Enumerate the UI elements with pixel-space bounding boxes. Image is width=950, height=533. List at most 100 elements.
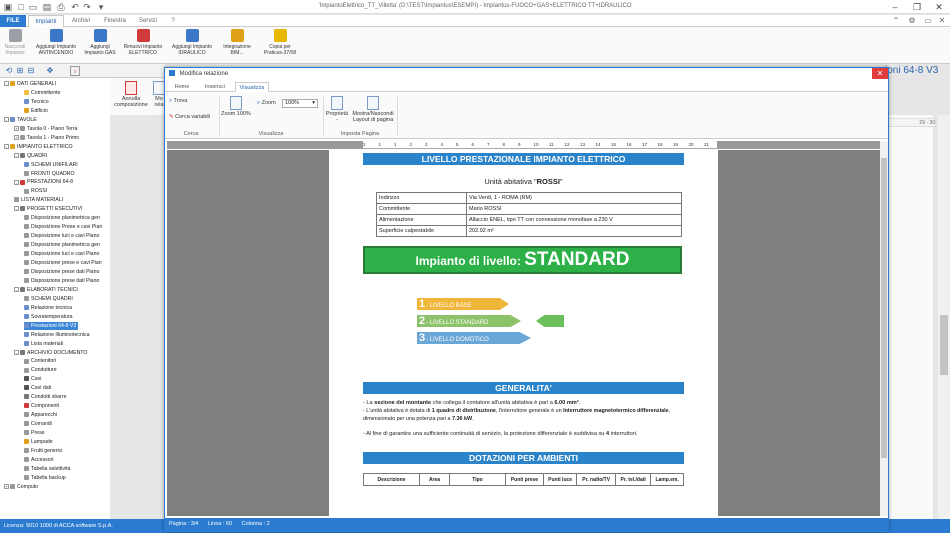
collapse-node-icon[interactable]: -	[14, 349, 19, 355]
tab-visualizza[interactable]: Visualizza	[235, 82, 269, 92]
tree-item[interactable]: Condutture	[24, 366, 57, 374]
panel-icon[interactable]: ▫	[70, 66, 80, 76]
zoom-select[interactable]: 100% ▾	[282, 99, 318, 108]
tree-item[interactable]: Accessori	[24, 456, 54, 464]
tree-item[interactable]: - PROGETTI ESECUTIVI	[14, 205, 82, 213]
expand-icon[interactable]: ⊞	[15, 66, 25, 76]
move-icon[interactable]: ✥	[45, 66, 55, 76]
tree-item[interactable]: Prestazioni 64-8 V3	[24, 321, 79, 330]
tree-item[interactable]: Componenti	[24, 402, 59, 410]
search-variables-button[interactable]: ✎ Cerca variabili	[169, 113, 210, 121]
tree-item[interactable]: Comandi	[24, 420, 52, 428]
tree-item[interactable]: Lista materiali	[24, 340, 63, 348]
ribbon-close-icon[interactable]: ✕	[936, 15, 948, 27]
tab-file[interactable]: FILE	[0, 15, 26, 27]
collapse-node-icon[interactable]: -	[4, 81, 9, 87]
tree-item[interactable]: - TAVOLE	[4, 116, 37, 124]
tab-home[interactable]: Home	[171, 82, 193, 92]
dialog-close-button[interactable]: ✕	[872, 68, 888, 79]
collapse-node-icon[interactable]: -	[4, 143, 9, 149]
tree-item[interactable]: FRONTI QUADRO	[24, 170, 75, 178]
tree-item[interactable]: + Tavola 0 - Piano Terra	[14, 125, 77, 133]
tree-item[interactable]: Disposizione prese dati Piano	[24, 277, 99, 285]
tree-item[interactable]: Lampade	[24, 438, 53, 446]
tree-item[interactable]: Apparecchi	[24, 411, 57, 419]
copy-praticus-button[interactable]: Copia per Praticus-37/08	[258, 29, 302, 62]
minimize-ribbon-icon[interactable]: ⌃	[890, 15, 902, 27]
tab-impianti[interactable]: Impianti	[28, 15, 64, 27]
tree-item[interactable]: Contenitori	[24, 357, 56, 365]
document-viewport[interactable]: LIVELLO PRESTAZIONALE IMPIANTO ELETTRICO…	[167, 150, 880, 516]
tree-item[interactable]: Sovratemperatura	[24, 313, 73, 321]
tab-archivi[interactable]: Archivi	[66, 15, 96, 27]
toggle-layout-button[interactable]: Mostra/Nascondi Layout di pagina	[351, 96, 395, 123]
tree-item[interactable]: Tabella backup	[24, 474, 66, 482]
collapse-node-icon[interactable]: -	[14, 152, 19, 158]
expand-node-icon[interactable]: +	[4, 483, 9, 489]
tree-item[interactable]: Disposizione planimetrica gen	[24, 214, 100, 222]
tree-item[interactable]: - ELABORATI TECNICI	[14, 286, 78, 294]
zoom-100-button[interactable]: Zoom 100%	[221, 96, 251, 117]
properties-button[interactable]: Proprietà -	[325, 96, 349, 123]
main-scroll-thumb[interactable]	[940, 315, 948, 375]
license-text: Licenza: 9010 1000 di ACCA software S.p.…	[4, 523, 113, 529]
ribbon-restore-icon[interactable]: ▭	[922, 15, 934, 27]
tree-item[interactable]: Disposizione planimetrica gen	[24, 241, 100, 249]
undo-composition-button[interactable]: Annulla composizione	[114, 81, 148, 108]
tree-item[interactable]: Edificio	[24, 107, 48, 115]
tree-item[interactable]: Relazione tecnica	[24, 304, 72, 312]
tree-item[interactable]: Disposizione prese e cavi Pian	[24, 259, 102, 267]
horizontal-ruler[interactable]: 2 1 1 2 3 4 5 6 7 8 9 10 11 12 13 14 15 16 17 18 19 20 21	[167, 141, 880, 149]
tree-item-label: Disposizione prese dati Piano	[31, 277, 100, 284]
tree-item[interactable]: Frutti generici	[24, 447, 62, 455]
expand-node-icon[interactable]: +	[14, 134, 19, 140]
collapse-node-icon[interactable]: -	[14, 206, 19, 212]
tree-item[interactable]: + Tavola 1 - Piano Primo	[14, 134, 79, 142]
tree-item[interactable]: Disposizione luci e cavi Piano	[24, 250, 99, 258]
dialog-scroll-thumb[interactable]	[881, 158, 887, 458]
settings-icon[interactable]: ⚙	[906, 15, 918, 27]
close-button[interactable]: ✕	[928, 0, 950, 14]
tab-help[interactable]: ?	[166, 15, 180, 27]
collapse-node-icon[interactable]: -	[14, 286, 19, 292]
collapse-icon[interactable]: ⊟	[26, 66, 36, 76]
tree-item[interactable]: Disposizione Prese e cavi Pian	[24, 223, 102, 231]
tree-item[interactable]: Prese	[24, 429, 45, 437]
tree-item[interactable]: Condotti sbarre	[24, 393, 66, 401]
tree-item[interactable]: - ARCHIVIO DOCUMENTO	[14, 349, 87, 357]
tab-finestra[interactable]: Finestra	[100, 15, 130, 27]
bim-integration-button[interactable]: Integrazione BIM...	[220, 29, 254, 62]
tree-item[interactable]: + Computo	[4, 483, 38, 491]
tree-item[interactable]: SCHEMI UNIFILARI	[24, 161, 78, 169]
tree-item[interactable]: Tecnico	[24, 98, 49, 106]
tree-item[interactable]: SCHEMI QUADRI	[24, 295, 73, 303]
tree-item[interactable]: Tabella selettività	[24, 465, 71, 473]
collapse-node-icon[interactable]: -	[14, 179, 19, 185]
tree-item[interactable]: Committente	[24, 89, 60, 97]
tree-item[interactable]: - QUADRI	[14, 152, 47, 160]
tree-item[interactable]: Cavi dati	[24, 384, 51, 392]
tree-item[interactable]: LISTA MATERIALI	[14, 196, 63, 204]
remove-elettrico-button[interactable]: Rimuovi Impianto ELETTRICO	[120, 29, 166, 62]
tab-servizi[interactable]: Servizi	[134, 15, 162, 27]
add-antincendio-button[interactable]: Aggiungi Impianto ANTINCENDIO	[32, 29, 80, 62]
maximize-button[interactable]: ❐	[906, 0, 928, 14]
tree-item[interactable]: - PRESTAZIONI 64-8	[14, 178, 73, 186]
tree-item[interactable]: ROSSI	[24, 187, 47, 195]
add-idraulico-button[interactable]: Aggiungi Impianto IDRAULICO	[168, 29, 216, 62]
tree-item[interactable]: - IMPIANTO ELETTRICO	[4, 143, 73, 151]
minimize-button[interactable]: –	[884, 0, 906, 14]
tree-item[interactable]: Cavi	[24, 375, 41, 383]
tree-item[interactable]: Disposizione prese dati Piano	[24, 268, 99, 276]
refresh-icon[interactable]: ⟲	[4, 66, 14, 76]
hide-impianto-button[interactable]: Nascondi Impianto	[1, 29, 29, 62]
expand-node-icon[interactable]: +	[14, 125, 19, 131]
add-gas-button[interactable]: Aggiungi Impianto GAS	[82, 29, 118, 62]
collapse-node-icon[interactable]: -	[4, 116, 9, 122]
find-button[interactable]: ⌕ Trova	[169, 97, 187, 105]
tree-item[interactable]: Relazione illuminotecnica	[24, 331, 90, 339]
gas-system-icon	[93, 29, 107, 42]
tab-inserisci[interactable]: Inserisci	[201, 82, 229, 92]
tree-item[interactable]: Disposizione luci e cavi Piano	[24, 232, 99, 240]
tree-item[interactable]: - DATI GENERALI	[4, 80, 56, 88]
